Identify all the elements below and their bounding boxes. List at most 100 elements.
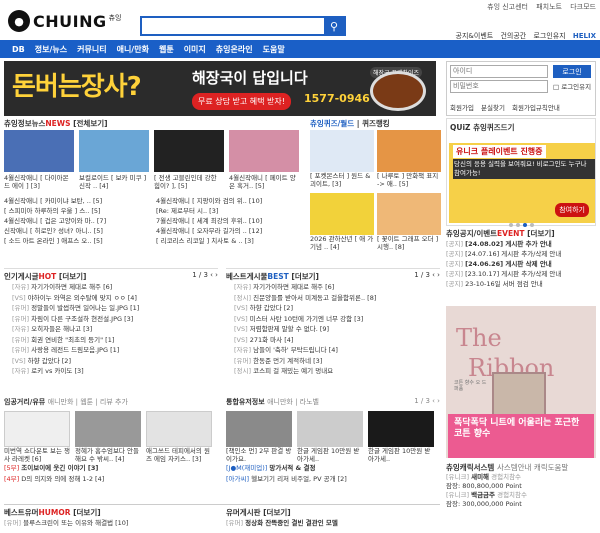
table-row[interactable]: [VS] 하향 갑았다 [2]	[4, 356, 218, 367]
rules-link[interactable]: 회원가입규칙안내	[512, 104, 560, 112]
carousel-dots[interactable]	[509, 223, 537, 227]
news-link[interactable]: 7월신작애니 [ 세계 최강의 후위.. [10]	[156, 216, 304, 226]
news-link[interactable]: 신작애니 [ 히로인? 성녀? 아니.. [5]	[4, 226, 152, 236]
image-thumb[interactable]: 애그쓰드 테피에서의 원즈 에임 자키스.. [3]	[146, 411, 212, 463]
quiz-item[interactable]: [ 나루토 ] 만화책 표지 -> 애.. [5]	[377, 130, 441, 189]
hot-pager[interactable]: 1 / 3 ‹ ›	[192, 271, 218, 282]
table-row[interactable]: [유머] 정말들이 발썹하면 일어나는 일.JPG [1]	[4, 303, 218, 314]
helix-link[interactable]: HELIX	[573, 32, 596, 40]
rank-row[interactable]: [유니크] 백금금주 경험치참수	[446, 491, 596, 500]
id-input[interactable]	[450, 65, 548, 78]
table-row[interactable]: [VS] 하향 갑았다 [2]	[226, 303, 440, 314]
password-input[interactable]	[450, 80, 548, 93]
list-item[interactable]: [유머] 블루스크린이 또는 이유와 해결법 [10]	[4, 518, 218, 529]
image-thumb[interactable]: 한글 게임판 10만원 받아가세..	[297, 411, 363, 463]
image-thumb[interactable]: [책인소 먼] 2부 판결 방이가요.	[226, 411, 292, 463]
search-icon[interactable]: ⚲	[324, 18, 344, 34]
notice-row[interactable]: [공지] [23.10.17] 게시판 추가/삭제 안내	[446, 269, 596, 279]
notice-all-link[interactable]: [더보기]	[527, 229, 555, 238]
ribbon-ad[interactable]: The Ribbon 코튼 향수 오 드 퍼퓸 폭닥폭닥 니트에 어울리는 포근…	[446, 306, 596, 458]
anime-all-link[interactable]: [더보기]	[263, 508, 291, 517]
table-row[interactable]: [VS] 271화 마사 [4]	[226, 335, 440, 346]
list-item[interactable]: [4부] D의 의지와 의에 정해 1-2 [4]	[4, 474, 218, 485]
darkmode-link[interactable]: 다크모드	[570, 3, 596, 11]
notice-event-link[interactable]: 공지&이벤트	[456, 32, 494, 40]
news-link[interactable]: [ 스피미아 하루하의 우울 ] 스.. [5]	[4, 206, 152, 216]
find-link[interactable]: 분실찾기	[481, 104, 505, 112]
login-button[interactable]: 로그인	[553, 65, 591, 78]
image-board-sub[interactable]: 애니만화 | 웹툰 | 리뷰 추가	[48, 398, 128, 406]
nav-webtoon[interactable]: 웹툰	[159, 44, 174, 55]
table-row[interactable]: [자유] 자기가이하면 제대로 해주 [6]	[4, 282, 218, 293]
notice-row[interactable]: [공지] 23-10-16일 서버 점검 안내	[446, 279, 596, 289]
nav-news[interactable]: 정보/뉴스	[35, 44, 67, 55]
table-row[interactable]: [자유] 남들이 '축하' 부탁드립니다 [4]	[226, 345, 440, 356]
nav-community[interactable]: 커뮤니티	[77, 44, 106, 55]
hot-all-link[interactable]: [더보기]	[59, 272, 87, 281]
nav-help[interactable]: 도움말	[263, 44, 285, 55]
banner-phone: 1577-0946	[304, 92, 370, 105]
table-row[interactable]: [VS] 미스터 사탄 10턴에 가기엔 너무 강함 [3]	[226, 314, 440, 325]
pic-board-sub[interactable]: 애니만화 | 라노벨	[267, 398, 319, 406]
quiz-title[interactable]: 츄잉퀴즈/월드	[310, 119, 354, 128]
table-row[interactable]: [자유] 로키 vs 카이도 [3]	[4, 366, 218, 377]
notice-row[interactable]: [공지] [24.08.02] 게시판 추가 안내	[446, 239, 596, 249]
table-row[interactable]: [자유] 자기가이하면 제대로 해주 [6]	[226, 282, 440, 293]
site-logo[interactable]: ● CHUING 츄잉	[8, 10, 122, 32]
search-input[interactable]	[142, 18, 324, 34]
table-row[interactable]: [자유] 오히자들은 해나고 [3]	[4, 324, 218, 335]
patchnote-link[interactable]: 패치노트	[536, 3, 562, 11]
join-button[interactable]: 참여하기	[555, 203, 589, 217]
news-thumb[interactable]: [ 전생 고블린인데 강한 힘이? ], [5]	[154, 130, 224, 191]
news-all-link[interactable]: [전체보기]	[73, 119, 107, 128]
news-link[interactable]: 4월신작애니 [ 카미이냐 보탄, .. [5]	[4, 196, 152, 206]
best-pager[interactable]: 1 / 3 ‹ ›	[414, 271, 440, 282]
suggestion-link[interactable]: 건의공간	[500, 32, 526, 40]
list-item[interactable]: [유머] 정상화 잔뜩중인 결빈 결관인 모델	[226, 518, 440, 529]
nav-online[interactable]: 츄잉온라인	[216, 44, 253, 55]
image-thumb[interactable]: 정혜가 홈수엄보다 안들해요 수 밖씨.. [4]	[75, 411, 141, 463]
report-link[interactable]: 츄잉 신고센터	[487, 3, 528, 11]
image-thumb[interactable]: 미번역 쇼다운토 보는 쟁사 라레켓 [6]	[4, 411, 70, 463]
table-row[interactable]: [정시] 코스피 걸 재밌는 예기 멍내요	[226, 366, 440, 377]
list-item[interactable]: [아가씨] 헬보기기 리저 비주얼, PV 공개 [2]	[226, 474, 440, 485]
news-link[interactable]: [Re: 제로부터 시.. [3]	[156, 206, 304, 216]
rank-row[interactable]: [유니크] 새미해 경험치참수	[446, 473, 596, 482]
table-row[interactable]: [유머] 사랑용 레전드 드림모음.JPG [1]	[4, 345, 218, 356]
news-link[interactable]: [ 리코리스 리코일 ] 치사토 & .. [3]	[156, 236, 304, 246]
quiz-item[interactable]: [ 꽃이트 그래프 오더 ] 시행.. [8]	[377, 193, 441, 252]
notice-row[interactable]: [공지] [24.06.26] 게시판 삭제 안내	[446, 259, 596, 269]
thumb-image	[297, 411, 363, 447]
news-thumb[interactable]: 4월신작애니 [ 페이트 양은 혹거.. [5]	[229, 130, 299, 191]
best-all-link[interactable]: [더보기]	[291, 272, 319, 281]
side-quiz-banner[interactable]: 유니크 플레이벤트 진행중 당신의 응용 실력을 보여줘요! 비로그인도 누구나…	[449, 143, 595, 223]
signup-link[interactable]: 회원가입	[450, 104, 474, 112]
image-thumb[interactable]: 한글 게임판 10만원 받아가세..	[368, 411, 434, 463]
quiz-item[interactable]: 2026 관하산년 [ 애 가 기념 .. [4]	[310, 193, 374, 252]
news-link[interactable]: 4월신작애니 [ 지팡이와 검의 위.. [10]	[156, 196, 304, 206]
news-thumb[interactable]: 보컬로이드 [ 보카 미쿠 ] 신작 .. [4]	[79, 130, 149, 191]
table-row[interactable]: [유머] 차림이 다른 구조설하 현전설.JPG [3]	[4, 314, 218, 325]
list-item[interactable]: [5부] 조이보이에 웃긴 이야기 [3]	[4, 463, 218, 474]
table-row[interactable]: [유머] 회권 연비한 "최초의 등기" [1]	[4, 335, 218, 346]
nav-anime[interactable]: 애니/만화	[117, 44, 149, 55]
nav-db[interactable]: DB	[12, 45, 25, 54]
quiz-tab[interactable]: 퀴즈랭킹	[362, 119, 390, 128]
pic-pager[interactable]: 1 / 3 ‹ ›	[414, 397, 440, 407]
table-row[interactable]: [VS] 야하이누 와역은 외수탈에 맞지 ㅇㅇ [4]	[4, 293, 218, 304]
nav-image[interactable]: 이미지	[184, 44, 206, 55]
news-link[interactable]: [ 소드 아트 온라인 ] 애프스 오.. [5]	[4, 236, 152, 246]
table-row[interactable]: [정시] 진문양들를 받아서 미계동고 걸을함위론.. [8]	[226, 293, 440, 304]
keep-login-link[interactable]: 로그인유지	[533, 32, 565, 40]
table-row[interactable]: [VS] 저렴함판제 말할 수 없다. [9]	[226, 324, 440, 335]
news-thumb[interactable]: 4월신작애니 [ 다이아몬드 에이 ] [3]	[4, 130, 74, 191]
humor-all-link[interactable]: [더보기]	[73, 508, 101, 517]
news-link[interactable]: 4월신작애니 [ 겁은 고양이와 마.. [7]	[4, 216, 152, 226]
table-row[interactable]: [유머] 한동준 먼기 계적하네 [3]	[226, 356, 440, 367]
ad-banner[interactable]: 돈버는장사? 해장국이 답입니다 무료 상담 받고 혜택 받자! 1577-09…	[4, 61, 436, 116]
keep-login-checkbox[interactable]: □ 로그인유지	[553, 81, 591, 91]
list-item[interactable]: [J●M(재미업)] 망가서적 & 결정	[226, 463, 440, 474]
quiz-item[interactable]: [ 포켓몬스터 ] 원드 & 괴이트, [3]	[310, 130, 374, 189]
notice-row[interactable]: [공지] [24.07.16] 게시판 추가/삭제 안내	[446, 249, 596, 259]
news-link[interactable]: 4월신작애니 [ 오자무라 길가의 .. [12]	[156, 226, 304, 236]
